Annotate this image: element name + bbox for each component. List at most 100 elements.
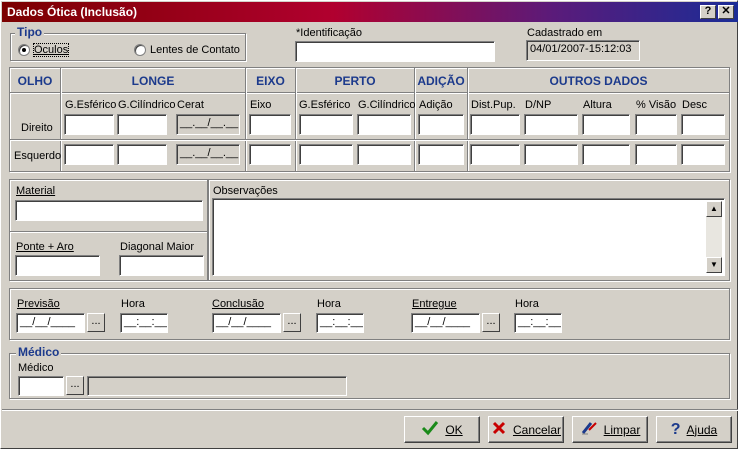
tipo-legend: Tipo <box>15 25 45 39</box>
question-icon: ? <box>670 420 681 438</box>
sub-perto-cilindrico: G.Cilíndrico <box>358 99 416 111</box>
header-outros: OUTROS DADOS <box>549 74 648 88</box>
direito-perto-esferico[interactable] <box>299 114 353 135</box>
medico-picker-button[interactable]: ... <box>66 376 84 395</box>
previsao-hora-label: Hora <box>121 298 145 310</box>
direito-altura[interactable] <box>582 114 630 135</box>
check-icon <box>421 420 439 439</box>
sub-perto-esferico: G.Esférico <box>299 99 351 111</box>
header-eixo: EIXO <box>256 74 285 88</box>
observacoes-textarea[interactable]: ▲ ▼ <box>212 198 725 276</box>
header-perto: PERTO <box>334 74 376 88</box>
cancel-button-label: Cancelar <box>512 422 562 437</box>
sub-cerat: Cerat <box>177 99 204 111</box>
entregue-date-input[interactable]: __/__/____ <box>411 313 480 333</box>
scroll-down-icon[interactable]: ▼ <box>706 257 722 273</box>
cadastrado-label: Cadastrado em <box>527 27 603 39</box>
row-esquerdo-label: Esquerdo <box>14 150 62 162</box>
header-adicao: ADIÇÃO <box>417 74 465 88</box>
radio-oculos-label[interactable]: Óculos <box>32 43 70 57</box>
esquerdo-g-cilindrico[interactable] <box>117 144 167 165</box>
direito-dist-pup[interactable] <box>470 114 520 135</box>
header-olho: OLHO <box>17 74 53 88</box>
close-title-button[interactable]: ✕ <box>718 5 734 19</box>
esquerdo-dnp[interactable] <box>524 144 578 165</box>
conclusao-date-input[interactable]: __/__/____ <box>212 313 281 333</box>
conclusao-label: Conclusão <box>212 298 264 310</box>
sub-visao: % Visão <box>636 99 677 111</box>
esquerdo-adicao[interactable] <box>418 144 464 165</box>
direito-desc[interactable] <box>681 114 725 135</box>
ponte-label: Ponte + Aro <box>16 241 74 253</box>
sub-dnp: D/NP <box>525 99 552 111</box>
entregue-time-input[interactable]: __:__:__ <box>514 313 562 333</box>
material-input[interactable] <box>15 200 203 221</box>
medico-name-display <box>87 376 347 396</box>
sub-altura: Altura <box>583 99 612 111</box>
eraser-icon <box>580 420 598 439</box>
sub-eixo: Eixo <box>250 99 272 111</box>
row-direito-label: Direito <box>21 122 53 134</box>
esquerdo-altura[interactable] <box>582 144 630 165</box>
identificacao-input[interactable] <box>295 41 495 62</box>
diagonal-label: Diagonal Maior <box>120 241 194 253</box>
radio-lentes-label[interactable]: Lentes de Contato <box>150 44 240 56</box>
help-title-button[interactable]: ? <box>700 5 716 19</box>
clear-button[interactable]: Limpar <box>572 416 648 443</box>
conclusao-picker-button[interactable]: ... <box>283 313 301 332</box>
previsao-picker-button[interactable]: ... <box>87 313 105 332</box>
direito-adicao[interactable] <box>418 114 464 135</box>
clear-button-label: Limpar <box>603 422 641 437</box>
radio-lentes[interactable] <box>134 44 146 56</box>
help-button[interactable]: ? Ajuda <box>656 416 732 443</box>
grid-header-divider <box>10 92 729 94</box>
direito-perto-cilindrico[interactable] <box>357 114 411 135</box>
sub-dist-pup: Dist.Pup. <box>471 99 516 111</box>
material-label: Material <box>16 185 56 197</box>
sub-adicao: Adição <box>419 99 453 111</box>
observacoes-label: Observações <box>213 185 278 197</box>
direito-dnp[interactable] <box>524 114 578 135</box>
esquerdo-visao[interactable] <box>635 144 677 165</box>
medico-legend: Médico <box>16 345 62 359</box>
esquerdo-perto-cilindrico[interactable] <box>357 144 411 165</box>
sub-g-esferico: G.Esférico <box>65 99 117 111</box>
observacoes-scrollbar[interactable]: ▲ ▼ <box>706 201 722 273</box>
medico-code-input[interactable] <box>18 376 64 396</box>
esquerdo-dist-pup[interactable] <box>470 144 520 165</box>
direito-cerat[interactable]: __.__/__.__ <box>176 114 240 135</box>
esquerdo-g-esferico[interactable] <box>64 144 114 165</box>
scroll-up-icon[interactable]: ▲ <box>706 201 722 217</box>
entregue-picker-button[interactable]: ... <box>482 313 500 332</box>
diagonal-input[interactable] <box>119 255 204 276</box>
direito-g-cilindrico[interactable] <box>117 114 167 135</box>
esquerdo-cerat[interactable]: __.__/__.__ <box>176 144 240 165</box>
cancel-button[interactable]: Cancelar <box>488 416 564 443</box>
footer-divider <box>2 409 738 411</box>
esquerdo-desc[interactable] <box>681 144 725 165</box>
direito-g-esferico[interactable] <box>64 114 114 135</box>
help-button-label: Ajuda <box>686 422 718 437</box>
conclusao-time-input[interactable]: __:__:__ <box>316 313 364 333</box>
previsao-date-input[interactable]: __/__/____ <box>16 313 85 333</box>
medico-label: Médico <box>18 362 54 374</box>
material-divider <box>10 231 207 233</box>
direito-eixo[interactable] <box>249 114 291 135</box>
sub-desc: Desc <box>682 99 708 111</box>
dialog-window: Dados Ótica (Inclusão) ? ✕ Tipo Óculos L… <box>0 0 738 449</box>
ponte-input[interactable] <box>15 255 100 276</box>
previsao-label: Previsão <box>17 298 60 310</box>
radio-oculos[interactable] <box>18 44 30 56</box>
esquerdo-perto-esferico[interactable] <box>299 144 353 165</box>
previsao-time-input[interactable]: __:__:__ <box>120 313 168 333</box>
ok-button-label: OK <box>445 422 463 437</box>
identificacao-label: *Identificação <box>296 27 363 39</box>
ok-button[interactable]: OK <box>404 416 480 443</box>
entregue-label: Entregue <box>412 298 457 310</box>
datas-group <box>9 288 730 340</box>
header-longe: LONGE <box>131 74 175 88</box>
window-title: Dados Ótica (Inclusão) <box>7 5 138 19</box>
conclusao-hora-label: Hora <box>317 298 341 310</box>
direito-visao[interactable] <box>635 114 677 135</box>
esquerdo-eixo[interactable] <box>249 144 291 165</box>
